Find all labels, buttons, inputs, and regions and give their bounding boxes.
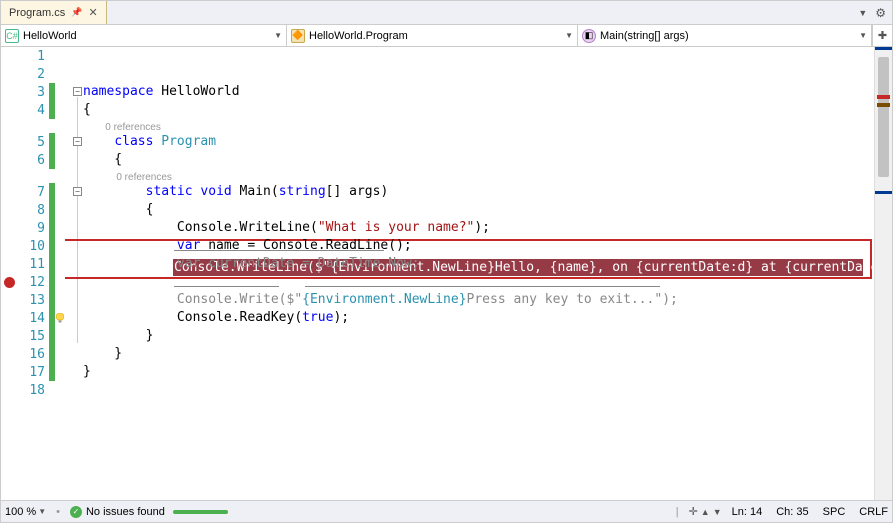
issues-indicator[interactable]: ✓ No issues found <box>70 506 666 518</box>
code-line-17: } <box>83 363 874 381</box>
navigation-bar: C# HelloWorld ▼ 🔶 HelloWorld.Program ▼ ◧… <box>1 25 892 47</box>
method-label: Main(string[] args) <box>600 30 689 42</box>
vertical-scrollbar[interactable] <box>874 47 892 500</box>
file-tab[interactable]: Program.cs 📌 ✕ <box>1 1 107 24</box>
class-icon: 🔶 <box>291 29 305 43</box>
target-icon[interactable]: ✛ <box>689 505 698 518</box>
code-line-8: { <box>83 201 874 219</box>
zoom-dropdown[interactable]: 100 % ▼ <box>5 506 46 518</box>
references-lens: 0 references <box>83 119 874 133</box>
breakpoint-margin[interactable] <box>1 277 17 288</box>
method-icon: ◧ <box>582 29 596 43</box>
csharp-icon: C# <box>5 29 19 43</box>
code-line-18 <box>83 381 874 399</box>
fold-toggle[interactable]: − <box>73 137 82 146</box>
namespace-label: HelloWorld <box>23 30 77 42</box>
close-icon[interactable]: ✕ <box>88 6 97 19</box>
check-icon: ✓ <box>70 506 82 518</box>
code-line-2 <box>83 65 874 83</box>
pin-icon[interactable]: 📌 <box>71 7 82 18</box>
code-line-15: } <box>83 327 874 345</box>
code-line-12-placeholder <box>83 273 874 291</box>
code-line-4: { <box>83 101 874 119</box>
nav-next-icon[interactable]: ▼ <box>713 507 722 517</box>
issues-progress-bar <box>173 510 228 514</box>
dropdown-icon[interactable]: ▼ <box>858 8 867 18</box>
breakpoint-dot-icon[interactable] <box>4 277 15 288</box>
split-editor-button[interactable]: ✚ <box>872 25 892 46</box>
indent-indicator[interactable]: SPC <box>823 506 846 518</box>
chevron-down-icon: ▼ <box>38 507 46 516</box>
chevron-down-icon: ▼ <box>859 31 867 40</box>
code-line-10: var name = Console.ReadLine(); <box>83 237 874 255</box>
chevron-down-icon: ▼ <box>565 31 573 40</box>
zoom-value: 100 % <box>5 506 36 518</box>
class-label: HelloWorld.Program <box>309 30 408 42</box>
method-dropdown[interactable]: ◧ Main(string[] args) ▼ <box>578 25 872 46</box>
gutter: 1 2 3 4 5 6 7 8 9 10 11 12 13 14 15 16 1… <box>1 47 65 500</box>
references-lens: 0 references <box>83 169 874 183</box>
line-indicator[interactable]: Ln: 14 <box>732 506 763 518</box>
namespace-dropdown[interactable]: C# HelloWorld ▼ <box>1 25 287 46</box>
lightbulb-icon[interactable] <box>55 313 65 323</box>
code-line-7: static void Main(string[] args) <box>83 183 874 201</box>
code-line-11: var currentDate = DateTime.Now; <box>83 255 874 273</box>
code-line-3: namespace HelloWorld <box>83 83 874 101</box>
char-indicator[interactable]: Ch: 35 <box>776 506 808 518</box>
fold-toggle[interactable]: − <box>73 187 82 196</box>
code-line-6: { <box>83 151 874 169</box>
code-line-14: Console.ReadKey(true); <box>83 309 874 327</box>
chevron-down-icon: ▼ <box>274 31 282 40</box>
tab-bar: Program.cs 📌 ✕ ▼ ⚙ <box>1 1 892 25</box>
gear-icon[interactable]: ⚙ <box>875 6 886 20</box>
code-line-13: Console.Write($"{Environment.NewLine}Pre… <box>83 291 874 309</box>
status-bar: 100 % ▼ • ✓ No issues found | ✛ ▲ ▼ Ln: … <box>1 500 892 522</box>
code-line-9: Console.WriteLine("What is your name?"); <box>83 219 874 237</box>
fold-toggle[interactable]: − <box>73 87 82 96</box>
class-dropdown[interactable]: 🔶 HelloWorld.Program ▼ <box>287 25 578 46</box>
code-line-5: class Program <box>83 133 874 151</box>
code-line-16: } <box>83 345 874 363</box>
nav-prev-icon[interactable]: ▲ <box>701 507 710 517</box>
tab-filename: Program.cs <box>9 7 65 19</box>
lineending-indicator[interactable]: CRLF <box>859 506 888 518</box>
code-editor[interactable]: 1 2 3 4 5 6 7 8 9 10 11 12 13 14 15 16 1… <box>1 47 892 500</box>
code-line-1 <box>83 47 874 65</box>
issues-text: No issues found <box>86 506 165 518</box>
code-text-area[interactable]: − − − Console.WriteLine($"{Environment.N… <box>65 47 874 500</box>
